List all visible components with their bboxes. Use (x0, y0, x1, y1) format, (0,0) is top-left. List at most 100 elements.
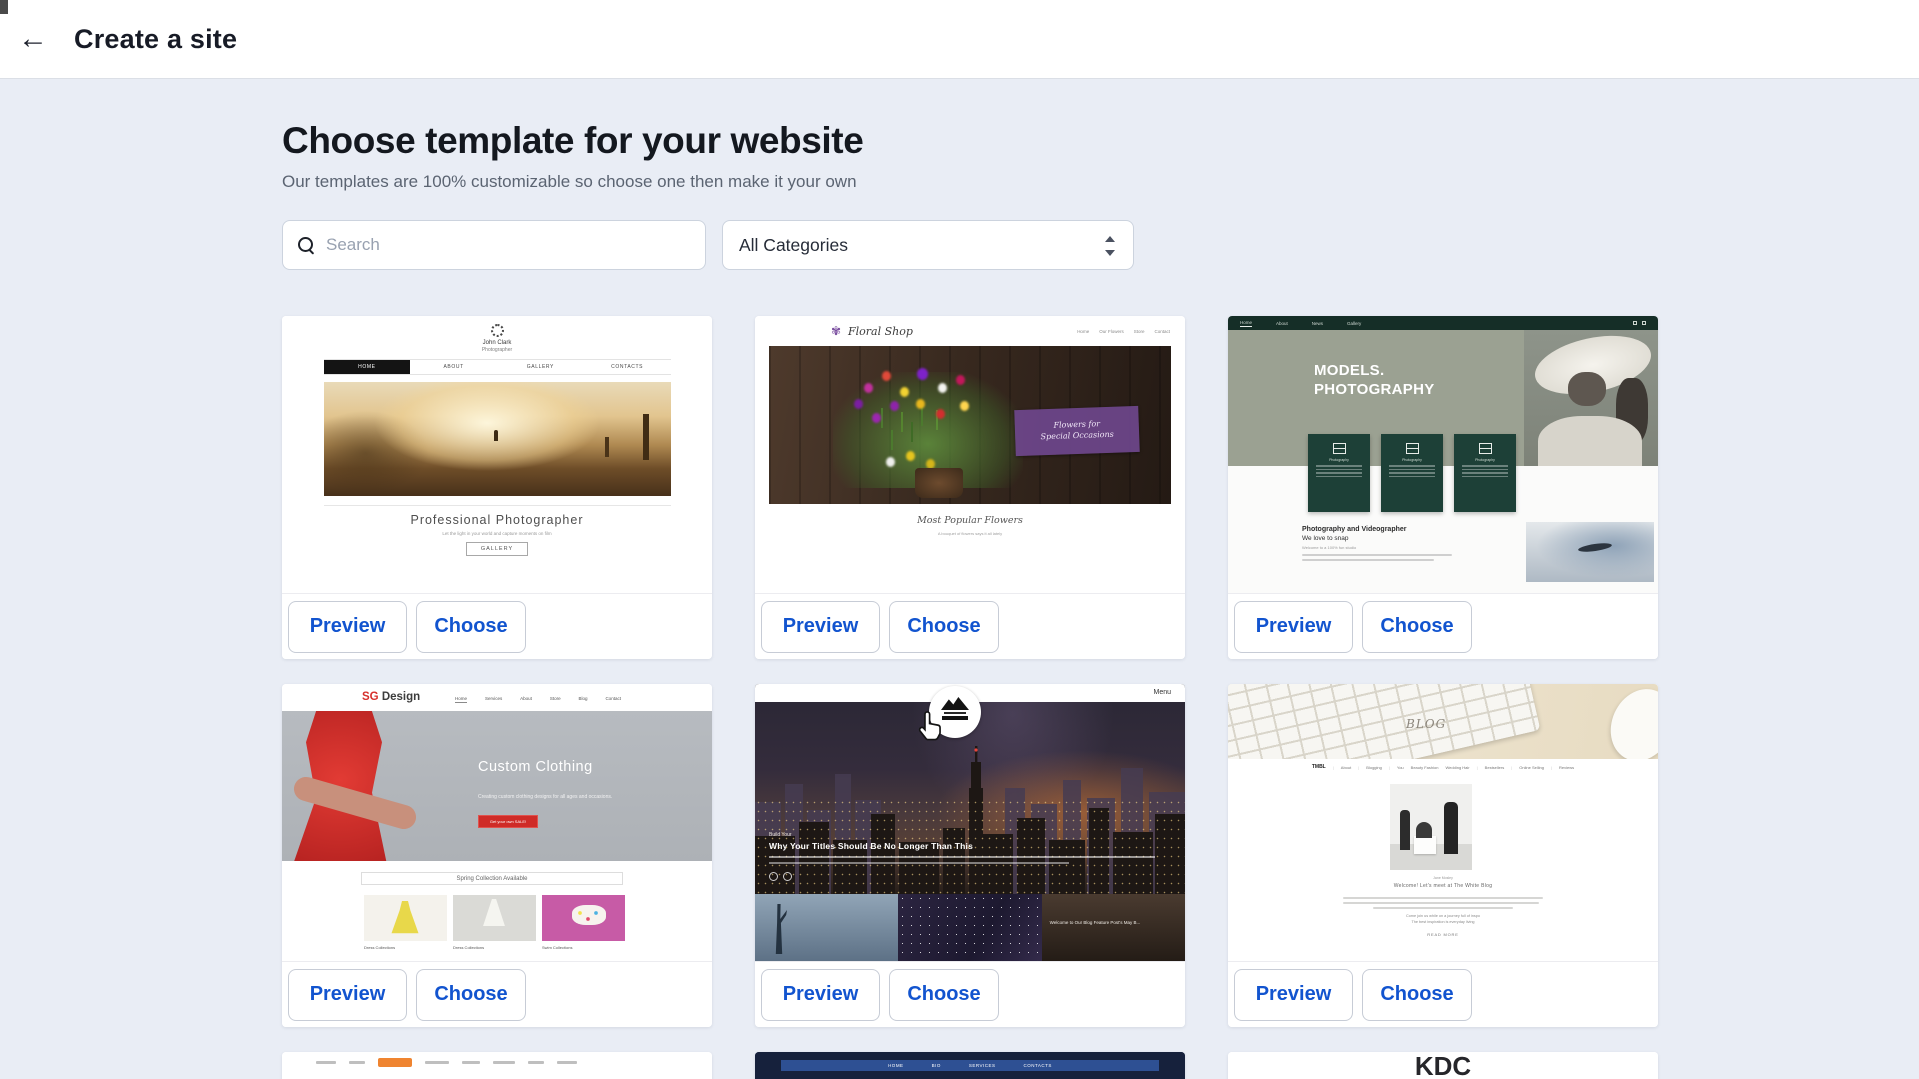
search-input[interactable] (326, 235, 691, 255)
template-card-row3-left (282, 1052, 712, 1079)
text-placeholder-line (1389, 469, 1435, 471)
product-photo-swimwear (542, 895, 625, 941)
template-preview-row3-middle[interactable]: HOME BIO SERVICES CONTACTS (755, 1052, 1185, 1079)
choose-button[interactable]: Choose (416, 601, 526, 653)
thumbnail-caption: Welcome to Our Blog Feature Post's May B… (1050, 920, 1179, 927)
search-box[interactable] (282, 220, 706, 270)
mini-nav-item: News (1312, 321, 1323, 326)
category-dropdown[interactable]: All Categories (722, 220, 1134, 270)
mini-logo-title: John Clark (282, 340, 712, 346)
template-preview-travel-blog[interactable]: Build Your Why Your Titles Should Be No … (755, 684, 1185, 961)
hero-title-line: MODELS. (1314, 362, 1435, 381)
mini-nav-item: Wedding Hair (1445, 765, 1469, 770)
preview-button[interactable]: Preview (1234, 969, 1353, 1021)
template-preview-models-photography[interactable]: Home About News Gallery MODELS. PHOTOGRA… (1228, 316, 1658, 593)
template-preview-row3-right[interactable]: KDC (1228, 1052, 1658, 1079)
back-arrow-icon[interactable]: ← (18, 24, 48, 54)
template-card-row3-right: KDC (1228, 1052, 1658, 1079)
keyboard-shape (1228, 684, 1541, 759)
text-placeholder-line (1389, 472, 1435, 474)
template-preview-row3-left[interactable] (282, 1052, 712, 1079)
mini-nav-item: HOME (324, 360, 411, 374)
preview-button[interactable]: Preview (288, 601, 407, 653)
mini-nav (282, 1052, 712, 1067)
mini-nav: Home Services About Store Blog Contact (455, 696, 621, 703)
choose-button[interactable]: Choose (889, 969, 999, 1021)
preview-button[interactable]: Preview (1234, 601, 1353, 653)
template-preview-floral-shop[interactable]: ✾ Floral Shop Home Our Flowers Store Con… (755, 316, 1185, 593)
makeup-model-photo (1526, 522, 1654, 582)
model-photo (1524, 330, 1658, 466)
person-silhouette (494, 430, 498, 441)
fence-post (605, 437, 609, 457)
read-more-link: READ MORE (1228, 932, 1658, 937)
mini-hero-red-dress-photo: Custom Clothing Creating custom clothing… (282, 711, 712, 861)
post-paragraph (1343, 894, 1543, 912)
product-caption: Swim Collections (542, 945, 625, 950)
text-placeholder-line (316, 1061, 336, 1064)
product-item: Dress Collections (364, 895, 447, 950)
mini-nav-item: Home (1240, 320, 1252, 327)
mini-section-title: Most Popular Flowers (755, 515, 1185, 526)
choose-button[interactable]: Choose (1362, 969, 1472, 1021)
logo-text: Design (382, 691, 420, 703)
text-placeholder-line (1316, 476, 1362, 478)
mini-section: Photography and Videographer We love to … (1302, 526, 1458, 561)
preview-button[interactable]: Preview (288, 969, 407, 1021)
mini-menu-label: Menu (1153, 689, 1171, 696)
preview-button[interactable]: Preview (761, 969, 880, 1021)
city-photo: Welcome to Our Blog Feature Post's May B… (1042, 894, 1185, 961)
text-placeholder-line (349, 1061, 365, 1064)
mini-site-tagline: Let the light in your world and capture … (282, 531, 712, 536)
text-placeholder-line (493, 1061, 515, 1064)
feature-card: Photography (1308, 434, 1370, 512)
carousel-controls (769, 872, 792, 881)
mini-nav-item: SERVICES (969, 1063, 996, 1068)
mini-logo: KDC (1228, 1053, 1658, 1079)
divider: | (1358, 765, 1359, 770)
product-photo-white-skirt (453, 895, 536, 941)
mini-nav-item: Blog (579, 696, 588, 703)
office-photo (1390, 784, 1472, 870)
mouse-pointer-cursor (917, 710, 944, 741)
template-preview-blog[interactable]: BLOG TMBL| About| Blogging| You Beauty F… (1228, 684, 1658, 961)
flower-pot (915, 468, 963, 498)
divider: | (1477, 765, 1478, 770)
post-title: Welcome! Let's meet at The White Blog (1228, 883, 1658, 889)
preview-button[interactable]: Preview (761, 601, 880, 653)
mini-nav-item: Reviews (1559, 765, 1574, 770)
camera-shutter-icon (491, 324, 504, 337)
template-card-row3-middle: HOME BIO SERVICES CONTACTS (755, 1052, 1185, 1079)
mini-nav-item: Beauty Fashion (1411, 765, 1439, 770)
chair-shape (1414, 836, 1436, 854)
mini-nav-item: Bestsellers (1485, 765, 1505, 770)
template-preview-sg-design[interactable]: SG Design Home Services About Store Blog… (282, 684, 712, 961)
mini-nav-item: Our Flowers (1099, 329, 1124, 334)
product-item: Dress Collections (453, 895, 536, 950)
choose-button[interactable]: Choose (1362, 601, 1472, 653)
feature-card: Photography (1454, 434, 1516, 512)
mini-nav-item: Home (455, 696, 467, 703)
mini-logo: Floral Shop (848, 325, 913, 338)
mini-nav-item: Blogging (1366, 765, 1382, 770)
mini-nav: TMBL| About| Blogging| You Beauty Fashio… (1228, 764, 1658, 770)
corner-notch (0, 0, 8, 14)
text-placeholder-line (528, 1061, 544, 1064)
mini-nav-item: BIO (932, 1063, 941, 1068)
text-placeholder-line (462, 1061, 480, 1064)
mini-hero-tulips-photo: Flowers for Special Occasions (769, 346, 1171, 504)
text-placeholder-line (1316, 472, 1362, 474)
mini-nav-item: GALLERY (497, 360, 584, 374)
mini-nav: Home Our Flowers Store Contact (1077, 329, 1170, 334)
choose-button[interactable]: Choose (889, 601, 999, 653)
card-footer: Preview Choose (282, 961, 712, 1027)
template-preview-photographer[interactable]: John Clark Photographer HOME ABOUT GALLE… (282, 316, 712, 593)
mini-nav-item: You (1397, 765, 1404, 770)
text-placeholder-line (1302, 559, 1434, 561)
chevron-up-down-icon (1103, 234, 1117, 258)
mini-nav-item: About (1276, 321, 1288, 326)
mini-hero-title: Why Your Titles Should Be No Longer Than… (769, 841, 973, 851)
template-card-photographer: John Clark Photographer HOME ABOUT GALLE… (282, 316, 712, 659)
choose-button[interactable]: Choose (416, 969, 526, 1021)
divider: | (1333, 765, 1334, 770)
